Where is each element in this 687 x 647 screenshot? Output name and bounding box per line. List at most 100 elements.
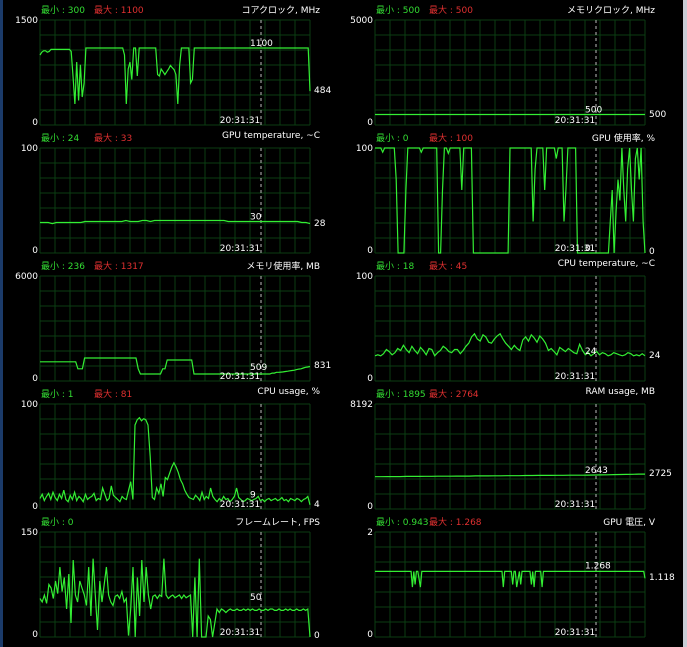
- graph-y-max: 100: [355, 272, 373, 282]
- graph-header: 最小 : 0 最大 : 100 GPU 使用率, %: [335, 131, 665, 144]
- graph-y-max: 100: [20, 400, 38, 410]
- graph-plot: 2643: [374, 403, 646, 510]
- graph-marker-value: 50: [250, 593, 262, 603]
- graph-title: メモリ使用率, MB: [246, 262, 320, 272]
- graph-panel-ram-usage[interactable]: 最小 : 1895 最大 : 2764 RAM usage, MB 8192 0…: [335, 387, 672, 514]
- graph-panel-memory-usage[interactable]: 最小 : 236 最大 : 1317 メモリ使用率, MB 6000 0 509…: [0, 259, 331, 386]
- graph-marker-value: 500: [585, 106, 602, 116]
- graph-y-min: 0: [367, 630, 373, 640]
- graph-max-label: 最大 : 33: [94, 134, 133, 144]
- graph-min-label: 最小 : 236: [41, 262, 85, 272]
- graph-title: コアクロック, MHz: [241, 6, 320, 16]
- graph-min-label: 最小 : 300: [41, 6, 85, 16]
- graph-max-label: 最大 : 45: [429, 262, 468, 272]
- graph-plot: 50: [39, 531, 311, 638]
- graph-time-marker: 20:31:31: [219, 116, 261, 126]
- graph-min-label: 最小 : 1: [41, 390, 74, 400]
- graph-min-label: 最小 : 1895: [376, 390, 426, 400]
- graph-min-label: 最小 : 0: [41, 518, 74, 528]
- graph-marker-value: 1.268: [585, 561, 611, 571]
- graph-panel-cpu-usage[interactable]: 最小 : 1 最大 : 81 CPU usage, % 100 0 9 4 20…: [0, 387, 330, 514]
- graph-max-label: 最大 : 1.268: [429, 518, 482, 528]
- graph-panel-gpu-usage[interactable]: 最小 : 0 最大 : 100 GPU 使用率, % 100 0 0 0 20:…: [335, 131, 665, 258]
- graph-y-max: 2: [367, 528, 373, 538]
- graph-time-marker: 20:31:31: [219, 372, 261, 382]
- graph-time-marker: 20:31:31: [219, 628, 261, 638]
- graph-current-value: 24: [649, 350, 661, 361]
- graph-panel-memory-clock[interactable]: 最小 : 500 最大 : 500 メモリクロック, MHz 5000 0 50…: [335, 3, 666, 130]
- graph-marker-value: 30: [250, 213, 262, 223]
- graph-time-marker: 20:31:31: [554, 372, 596, 382]
- graph-header: 最小 : 500 最大 : 500 メモリクロック, MHz: [335, 3, 665, 16]
- graph-marker-value: 1100: [250, 39, 273, 49]
- graph-panel-core-clock[interactable]: 最小 : 300 最大 : 1100 コアクロック, MHz 1500 0 11…: [0, 3, 332, 130]
- graph-max-label: 最大 : 81: [94, 390, 133, 400]
- graph-plot: 509: [39, 275, 311, 382]
- graph-y-max: 1500: [15, 16, 38, 26]
- graph-header: 最小 : 236 最大 : 1317 メモリ使用率, MB: [0, 259, 330, 272]
- graph-max-label: 最大 : 1317: [94, 262, 144, 272]
- graph-y-max: 100: [20, 144, 38, 154]
- graph-plot: 500: [374, 19, 646, 126]
- graph-panel-gpu-temperature[interactable]: 最小 : 24 最大 : 33 GPU temperature, ~C 100 …: [0, 131, 330, 258]
- graph-title: フレームレート, FPS: [235, 518, 320, 528]
- graph-max-label: 最大 : 1100: [94, 6, 144, 16]
- graph-time-marker: 20:31:31: [554, 500, 596, 510]
- graph-marker-value: 24: [585, 347, 597, 357]
- graph-title: GPU temperature, ~C: [222, 131, 320, 141]
- graph-header: 最小 : 1895 最大 : 2764 RAM usage, MB: [335, 387, 665, 400]
- graph-y-max: 6000: [15, 272, 38, 282]
- graph-plot: 0: [374, 147, 646, 254]
- window-right-edge: [683, 0, 687, 647]
- graph-title: GPU 電圧, V: [603, 518, 655, 528]
- graph-current-value: 0: [314, 631, 320, 641]
- graph-min-label: 最小 : 18: [376, 262, 415, 272]
- graph-time-marker: 20:31:31: [554, 628, 596, 638]
- graph-y-min: 0: [367, 374, 373, 384]
- graph-max-label: 最大 : 500: [429, 6, 473, 16]
- graph-title: RAM usage, MB: [585, 387, 656, 397]
- graph-header: 最小 : 18 最大 : 45 CPU temperature, ~C: [335, 259, 665, 272]
- graph-y-max: 150: [20, 528, 38, 538]
- graph-time-marker: 20:31:31: [219, 500, 261, 510]
- graph-current-value: 0: [649, 247, 655, 257]
- graph-y-min: 0: [32, 246, 38, 256]
- graph-plot: 9: [39, 403, 311, 510]
- graph-current-value: 28: [314, 218, 326, 229]
- graph-time-marker: 20:31:31: [554, 116, 596, 126]
- graph-y-min: 0: [32, 502, 38, 512]
- graph-header: 最小 : 0.943 最大 : 1.268 GPU 電圧, V: [335, 515, 665, 528]
- graph-header: 最小 : 24 最大 : 33 GPU temperature, ~C: [0, 131, 330, 144]
- graph-min-label: 最小 : 0: [376, 134, 409, 144]
- graph-time-marker: 20:31:31: [554, 244, 596, 254]
- graph-max-label: 最大 : 2764: [429, 390, 479, 400]
- graph-min-label: 最小 : 500: [376, 6, 420, 16]
- graph-max-label: 最大 : 100: [429, 134, 473, 144]
- graph-current-value: 1.118: [649, 573, 675, 584]
- graph-marker-value: 2643: [585, 466, 608, 476]
- graph-panel-gpu-voltage[interactable]: 最小 : 0.943 最大 : 1.268 GPU 電圧, V 2 0 1.26…: [335, 515, 675, 642]
- graph-y-min: 0: [32, 118, 38, 128]
- graph-title: メモリクロック, MHz: [567, 6, 655, 16]
- graph-plot: 30: [39, 147, 311, 254]
- graph-title: CPU temperature, ~C: [557, 259, 655, 269]
- graph-y-min: 0: [367, 246, 373, 256]
- graph-panel-cpu-temperature[interactable]: 最小 : 18 最大 : 45 CPU temperature, ~C 100 …: [335, 259, 665, 386]
- graph-header: 最小 : 1 最大 : 81 CPU usage, %: [0, 387, 330, 400]
- graph-min-label: 最小 : 0.943: [376, 518, 429, 528]
- graph-y-max: 8192: [350, 400, 373, 410]
- graph-min-label: 最小 : 24: [41, 134, 80, 144]
- graph-header: 最小 : 0 フレームレート, FPS: [0, 515, 330, 528]
- graph-current-value: 2725: [649, 469, 672, 480]
- graph-plot: 24: [374, 275, 646, 382]
- graph-y-min: 0: [32, 374, 38, 384]
- graph-y-min: 0: [367, 118, 373, 128]
- graph-title: CPU usage, %: [257, 387, 320, 397]
- graph-current-value: 484: [314, 86, 332, 97]
- graph-current-value: 4: [314, 499, 320, 510]
- graph-y-max: 5000: [350, 16, 373, 26]
- graph-panel-framerate[interactable]: 最小 : 0 フレームレート, FPS 150 0 50 0 20:31:31: [0, 515, 330, 642]
- graph-plot: 1100: [39, 19, 311, 126]
- graph-time-marker: 20:31:31: [219, 244, 261, 254]
- graph-y-min: 0: [367, 502, 373, 512]
